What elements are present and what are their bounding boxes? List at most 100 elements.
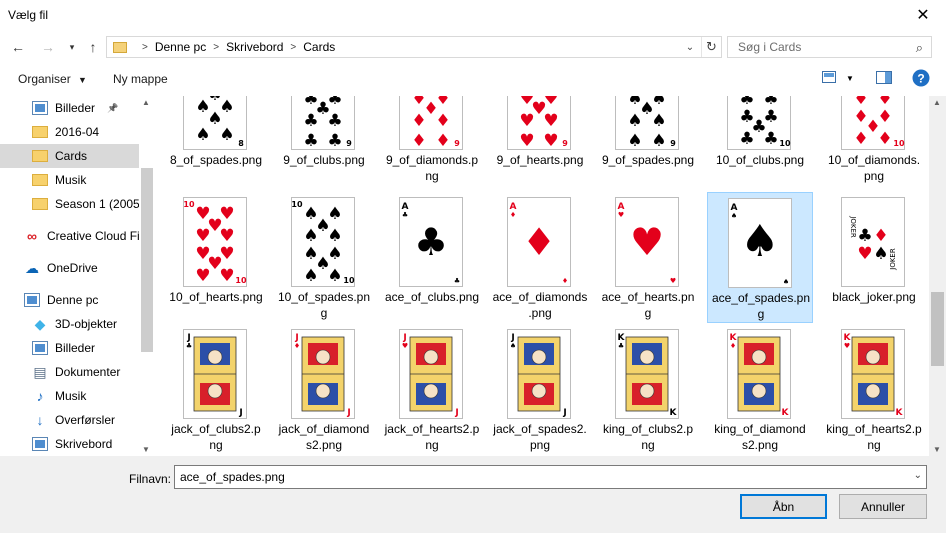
breadcrumb-item[interactable]: Denne pc [155,40,206,54]
file-tile[interactable]: A ♥ ♥ ♥ ace_of_hearts.pn g [595,192,701,323]
file-list-scrollbar[interactable]: ▲ ▼ [929,96,946,456]
chevron-down-icon[interactable]: ⌄ [681,37,699,57]
file-tile[interactable]: 99♠♠♠♠♠♠♠♠♠9_of_spades.png [595,96,701,191]
close-icon[interactable]: ✕ [900,0,946,30]
nav-item-label: Denne pc [47,293,99,307]
folder-icon [32,150,48,162]
breadcrumb-item[interactable]: Skrivebord [226,40,283,54]
nav-item[interactable]: Musik [0,168,139,192]
help-icon[interactable]: ? [912,69,930,90]
file-tile[interactable]: 10 10 ♥ ♥ ♥ ♥ ♥ ♥ ♥ ♥ ♥ ♥ 10_of_hearts.png [163,192,269,323]
nav-scrollbar[interactable]: ▲ ▼ [139,96,155,456]
chevron-down-icon[interactable]: ⌄ [914,470,922,481]
file-tile[interactable]: 10 10 ♠ ♠ ♠ ♠ ♠ ♠ ♠ ♠ ♠ ♠ 10_of_spades.pn g [271,192,377,323]
file-name: king_of_hearts2.p ng [821,421,927,453]
file-tile[interactable]: K ♥ Kking_of_hearts2.p ng [821,324,927,455]
scroll-up-icon[interactable]: ▲ [933,98,941,107]
search-icon[interactable]: ⌕ [916,40,923,56]
nav-item[interactable]: ↓ Overførsler [0,408,139,432]
music-icon: ♪ [36,388,44,404]
file-tile[interactable]: A ♦ ♦ ♦ ace_of_diamonds .png [487,192,593,323]
address-bar[interactable]: > Denne pc > Skrivebord > Cards ⌄ ↻ [106,36,722,58]
refresh-icon[interactable]: ↻ [701,37,721,57]
search-box[interactable]: Søg i Cards ⌕ [727,36,932,58]
forward-arrow-icon[interactable]: → [38,36,58,58]
recent-locations-chevron-icon[interactable]: ▾ [62,36,82,58]
back-arrow-icon[interactable]: ← [8,36,28,58]
card-mark: JOKER [849,215,857,238]
card-mark: ♦ [562,277,568,285]
nav-item[interactable]: Billeder 📌 [0,96,139,120]
nav-item[interactable]: 2016-04 [0,120,139,144]
creative-cloud-icon: ∞ [27,228,37,244]
nav-item[interactable]: ♪ Musik [0,384,139,408]
file-tile[interactable]: A ♣ ♣ ♣ ace_of_clubs.png [379,192,485,323]
file-tile[interactable]: J ♦ Jjack_of_diamond s2.png [271,324,377,455]
nav-item[interactable]: ▤ Dokumenter [0,360,139,384]
file-tile[interactable]: K ♦ Kking_of_diamond s2.png [707,324,813,455]
view-options-icon[interactable] [822,71,836,86]
file-name: black_joker.png [821,289,927,305]
file-name-line: king_of_clubs2.p [602,422,694,436]
nav-item[interactable]: Billeder [0,336,139,360]
preview-pane-icon[interactable] [876,71,892,87]
file-tile[interactable]: 99♥♥♥♥♥♥♥♥♥9_of_hearts.png [487,96,593,191]
file-name-line: ng [425,438,439,452]
card-mark: ♠ [510,342,516,350]
nav-item[interactable]: ∞ Creative Cloud Fil [0,224,142,248]
chevron-down-icon[interactable]: ▼ [846,74,854,83]
nav-item[interactable]: Skrivebord [0,432,139,456]
file-name-line: ng [209,438,223,452]
file-tile[interactable]: 1010♦♦♦♦♦♦♦♦♦♦10_of_diamonds.png [821,96,927,191]
up-arrow-icon[interactable]: ↑ [83,36,103,58]
folder-icon [32,174,48,186]
scroll-up-icon[interactable]: ▲ [142,98,150,107]
nav-item[interactable]: ◆ 3D-objekter [0,312,139,336]
file-name: 10_of_diamonds. png [821,152,927,184]
file-name-line: king_of_diamond [714,422,806,436]
nav-item[interactable]: Denne pc [0,288,139,312]
card-mark: ♠ [627,131,642,150]
nav-item[interactable]: Season 1 (2005-2 [0,192,150,216]
folder-icon [32,126,48,138]
card-mark: ♠ [303,266,318,286]
file-tile[interactable]: J ♥ Jjack_of_hearts2.p ng [379,324,485,455]
file-tile[interactable]: K ♣ Kking_of_clubs2.p ng [595,324,701,455]
file-name: jack_of_spades2. png [487,421,593,453]
cancel-button[interactable]: Annuller [839,494,927,519]
scrollbar-thumb[interactable] [931,292,944,366]
card-mark: ♦ [411,111,426,131]
file-tile[interactable]: 99♦♦♦♦♦♦♦♦♦9_of_diamonds.png [379,96,485,191]
file-tile[interactable]: A ♠ ♠ ♠ ace_of_spades.pn g [707,192,813,323]
open-button[interactable]: Åbn [740,494,827,519]
breadcrumb-item[interactable]: Cards [303,40,335,54]
card-thumbnail: A ♣ ♣ ♣ [399,197,463,287]
card-mark: ♥ [857,244,872,264]
card-mark: ♦ [294,342,300,350]
nav-item[interactable]: ☁ OneDrive [0,256,139,280]
nav-item[interactable]: Cards [0,144,139,168]
scroll-down-icon[interactable]: ▼ [933,445,941,454]
card-mark: ♣ [303,111,318,131]
file-tile[interactable]: 99♣♣♣♣♣♣♣♣♣9_of_clubs.png [271,96,377,191]
card-mark: ♥ [219,266,234,286]
filename-input[interactable]: ace_of_spades.png ⌄ [174,465,927,489]
organize-button[interactable]: Organiser ▼ [18,72,87,86]
file-open-dialog: Vælg fil ✕ ← → ▾ ↑ > Denne pc > Skrivebo… [0,0,946,533]
file-tile[interactable]: J ♣ Jjack_of_clubs2.p ng [163,324,269,455]
card-thumbnail: K ♣ K [615,329,679,419]
file-name: 10_of_clubs.png [707,152,813,168]
card-mark: JOKER [889,248,897,271]
scrollbar-thumb[interactable] [141,168,153,352]
chevron-right-icon[interactable]: > [290,42,296,53]
card-mark: ♦ [435,111,450,131]
new-folder-button[interactable]: Ny mappe [113,72,168,86]
file-tile[interactable]: J ♠ Jjack_of_spades2. png [487,324,593,455]
file-tile[interactable]: JOKER JOKER ♣ ♦ ♥ ♠ black_joker.png [821,192,927,323]
card-mark: ♦ [853,129,868,149]
chevron-right-icon[interactable]: > [213,42,219,53]
scroll-down-icon[interactable]: ▼ [142,445,150,454]
card-mark: ♠ [219,125,234,145]
file-tile[interactable]: 1010♣♣♣♣♣♣♣♣♣♣10_of_clubs.png [707,96,813,191]
file-tile[interactable]: 88♠♠♠♠♠♠♠♠8_of_spades.png [163,96,269,191]
